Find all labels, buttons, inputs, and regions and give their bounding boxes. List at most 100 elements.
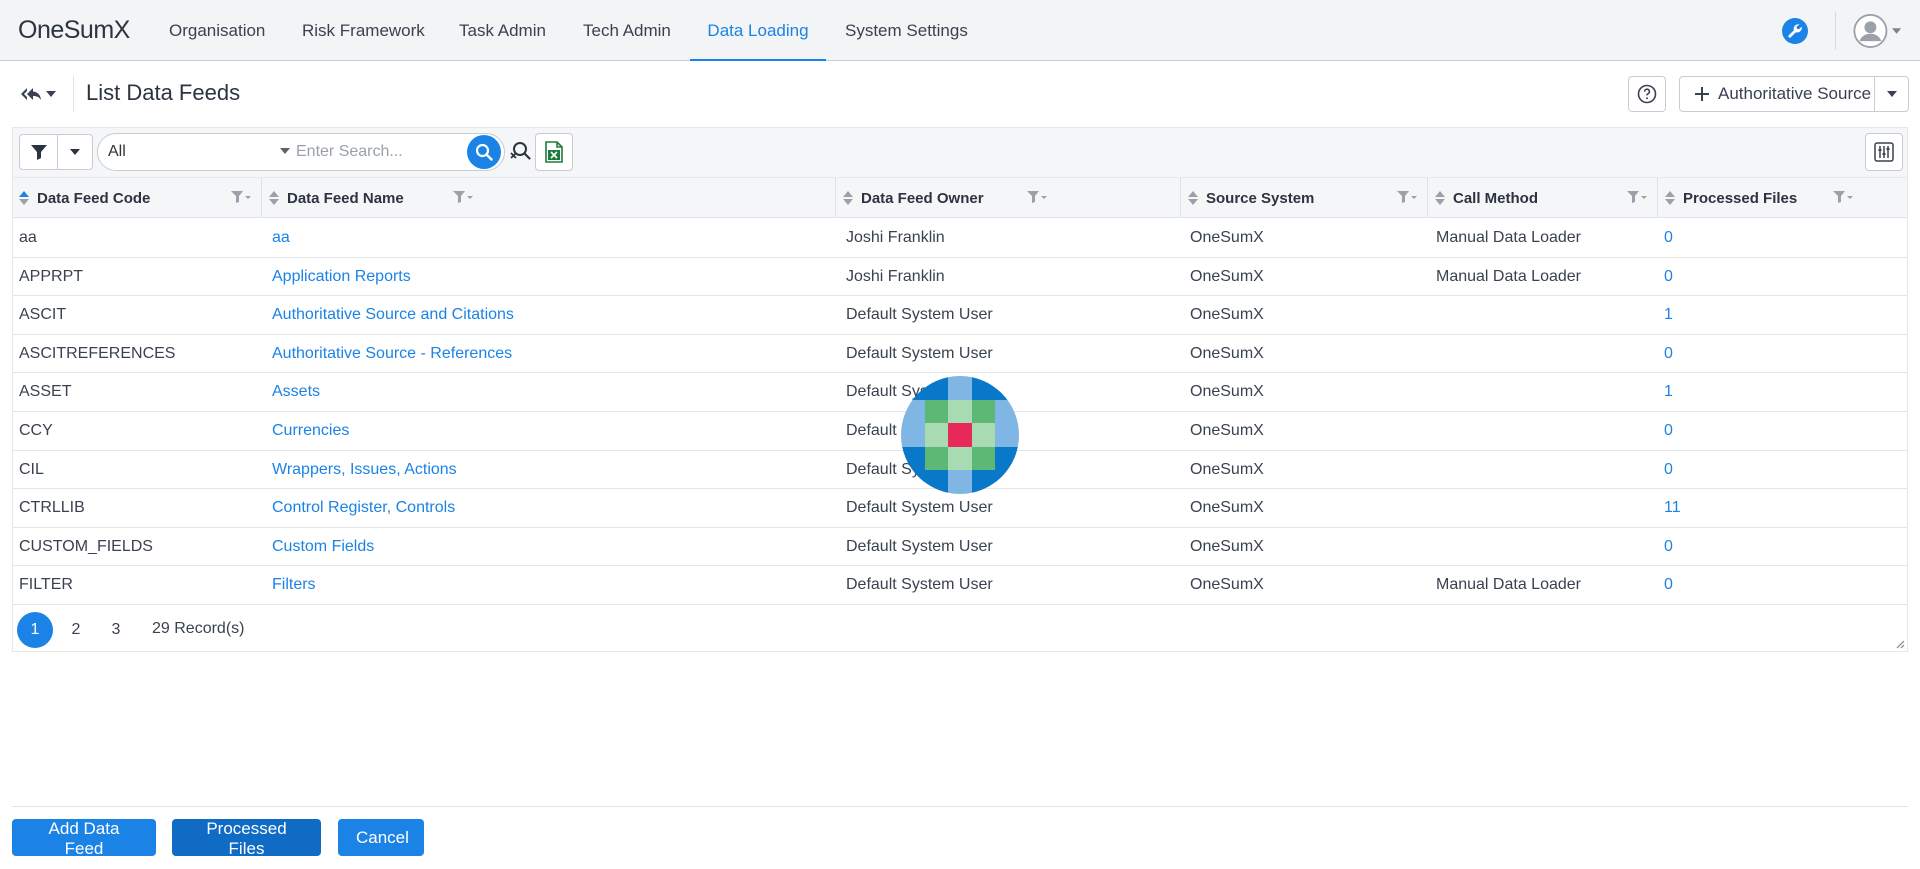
grid-toolbar: All: [12, 127, 1908, 177]
help-icon: [1637, 84, 1657, 104]
loader-tile: [924, 446, 949, 471]
sort-icon[interactable]: [1188, 191, 1198, 205]
cell-owner: Default System User: [846, 537, 993, 555]
nav-task-admin[interactable]: Task Admin: [459, 0, 546, 61]
filter-dropdown[interactable]: [58, 135, 92, 169]
sort-icon[interactable]: [843, 191, 853, 205]
table-row[interactable]: CUSTOM_FIELDS Custom Fields Default System…: [13, 528, 1907, 567]
table-row[interactable]: ASCITREFERENCES Authoritative Source - Re…: [13, 335, 1907, 374]
page-button-1[interactable]: 1: [17, 612, 53, 648]
loader-tile: [901, 423, 925, 447]
page-button-2[interactable]: 2: [58, 612, 94, 648]
filter-icon: [30, 145, 47, 160]
chevron-down-icon: [46, 91, 56, 97]
column-filter-icon[interactable]: [1397, 190, 1417, 204]
nav-system-settings[interactable]: System Settings: [845, 0, 968, 61]
cell-processed-files-link[interactable]: 1: [1664, 373, 1673, 411]
column-header-label: Source System: [1206, 189, 1315, 207]
search-button[interactable]: [467, 135, 501, 169]
cell-name-link[interactable]: Authoritative Source and Citations: [272, 296, 514, 334]
record-count: 29 Record(s): [152, 620, 245, 637]
nav-tech-admin[interactable]: Tech Admin: [583, 0, 671, 61]
cell-processed-files-link[interactable]: 0: [1664, 412, 1673, 450]
cell-name-link[interactable]: Custom Fields: [272, 528, 374, 566]
cell-processed-files-link[interactable]: 0: [1664, 528, 1673, 566]
cell-code: CTRLLIB: [19, 499, 85, 517]
cell-source-system: OneSumX: [1190, 537, 1264, 555]
wrench-icon[interactable]: [1780, 16, 1810, 46]
filter-button[interactable]: [19, 134, 93, 170]
column-settings-icon: [1874, 142, 1894, 162]
brand-logo[interactable]: OneSumX: [18, 16, 130, 45]
column-header-code[interactable]: Data Feed Code: [13, 178, 262, 218]
cell-name-link[interactable]: Assets: [272, 373, 320, 411]
cell-processed-files-link[interactable]: 0: [1664, 566, 1673, 604]
cell-source-system: OneSumX: [1190, 460, 1264, 478]
table-row[interactable]: aa aa Joshi Franklin OneSumX Manual Data Loa…: [13, 219, 1907, 258]
cell-source-system: OneSumX: [1190, 306, 1264, 324]
help-button[interactable]: [1628, 76, 1666, 112]
table-row[interactable]: APPRPT Application Reports Joshi Franklin O…: [13, 258, 1907, 297]
cell-code: ASCITREFERENCES: [19, 344, 176, 362]
add-authoritative-source-label: Authoritative Source: [1718, 84, 1872, 103]
cell-name-link[interactable]: Authoritative Source - References: [272, 335, 512, 373]
cell-name-link[interactable]: Control Register, Controls: [272, 489, 455, 527]
add-data-feed-button[interactable]: Add Data Feed: [12, 819, 156, 858]
chevron-down-icon: [1891, 28, 1901, 34]
sort-icon[interactable]: [269, 191, 279, 205]
column-filter-icon[interactable]: [231, 190, 251, 204]
cell-processed-files-link[interactable]: 0: [1664, 451, 1673, 489]
loader-tile: [924, 423, 949, 447]
export-excel-button[interactable]: [535, 133, 573, 171]
column-filter-icon[interactable]: [1027, 190, 1047, 204]
add-authoritative-source-button[interactable]: Authoritative Source: [1679, 76, 1909, 112]
cell-name-link[interactable]: Application Reports: [272, 258, 411, 296]
resize-grip-icon[interactable]: [1895, 639, 1905, 649]
column-header-label: Data Feed Owner: [861, 189, 984, 207]
cell-processed-files-link[interactable]: 0: [1664, 219, 1673, 257]
cell-owner: Default System User: [846, 344, 993, 362]
column-header-source[interactable]: Source System: [1182, 178, 1428, 218]
nav-risk-framework[interactable]: Risk Framework: [302, 0, 425, 61]
cell-source-system: OneSumX: [1190, 383, 1264, 401]
authoritative-source-dropdown[interactable]: [1874, 77, 1908, 111]
processed-files-button[interactable]: Processed Files: [172, 819, 321, 858]
cell-processed-files-link[interactable]: 0: [1664, 258, 1673, 296]
column-settings-button[interactable]: [1865, 133, 1903, 171]
cell-name-link[interactable]: Wrappers, Issues, Actions: [272, 451, 457, 489]
loader-tile: [971, 446, 996, 471]
cell-processed-files-link[interactable]: 11: [1664, 489, 1681, 527]
cell-processed-files-link[interactable]: 0: [1664, 335, 1673, 373]
page-button-3[interactable]: 3: [98, 612, 134, 648]
column-header-owner[interactable]: Data Feed Owner: [837, 178, 1181, 218]
cell-name-link[interactable]: aa: [272, 219, 290, 257]
table-row[interactable]: ASCIT Authoritative Source and Citations D…: [13, 296, 1907, 335]
sort-icon[interactable]: [1665, 191, 1675, 205]
search-input[interactable]: [296, 138, 446, 166]
sort-icon[interactable]: [1435, 191, 1445, 205]
user-avatar-icon[interactable]: [1853, 12, 1901, 50]
nav-organisation[interactable]: Organisation: [169, 0, 265, 61]
column-filter-icon[interactable]: [1627, 190, 1647, 204]
column-header-name[interactable]: Data Feed Name: [263, 178, 836, 218]
column-header-processed-files[interactable]: Processed Files: [1659, 178, 1907, 218]
search-scope-select[interactable]: All: [108, 143, 268, 161]
title-separator: [73, 76, 74, 112]
back-button[interactable]: [20, 80, 64, 108]
column-filter-icon[interactable]: [1833, 190, 1853, 204]
cell-code: CIL: [19, 460, 44, 478]
column-header-label: Data Feed Code: [37, 189, 151, 207]
advanced-search-icon[interactable]: [507, 139, 533, 165]
cell-processed-files-link[interactable]: 1: [1664, 296, 1673, 334]
table-row[interactable]: CTRLLIB Control Register, Controls Default…: [13, 489, 1907, 528]
sort-ascending-icon[interactable]: [19, 191, 29, 205]
cell-owner: Joshi Franklin: [846, 229, 945, 246]
nav-data-loading[interactable]: Data Loading: [690, 0, 826, 61]
cell-name-link[interactable]: Currencies: [272, 412, 349, 450]
column-filter-icon[interactable]: [453, 190, 473, 204]
cell-name-link[interactable]: Filters: [272, 566, 316, 604]
table-row[interactable]: FILTER Filters Default System User OneSumX M…: [13, 566, 1907, 605]
loader-tile: [995, 423, 1019, 447]
cancel-button[interactable]: Cancel: [338, 819, 424, 856]
column-header-call-method[interactable]: Call Method: [1429, 178, 1658, 218]
